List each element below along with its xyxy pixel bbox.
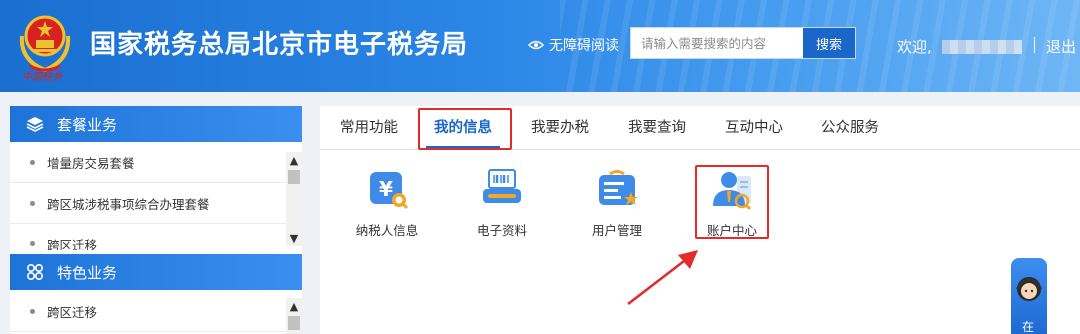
sidebar-section-title: 特色业务 bbox=[57, 263, 118, 282]
logout-link[interactable]: 退出 bbox=[1046, 36, 1076, 57]
scroll-up-icon[interactable]: ▲ bbox=[286, 152, 302, 168]
annotation-arrow bbox=[627, 250, 698, 305]
package-list: 增量房交易套餐 跨区城涉税事项综合办理套餐 跨区迁移 bbox=[10, 142, 286, 250]
svg-text:¥: ¥ bbox=[379, 177, 393, 201]
package-list-scrollbar[interactable]: ▲ ▼ bbox=[286, 152, 302, 246]
highlight-box-tab bbox=[418, 108, 512, 150]
welcome-text: 欢迎, bbox=[897, 38, 932, 56]
list-item[interactable]: 增量房交易套餐 bbox=[10, 142, 286, 183]
function-electronic-records[interactable]: 电子资料 bbox=[457, 168, 547, 239]
scroll-thumb[interactable] bbox=[288, 316, 300, 330]
list-item[interactable]: 跨区迁移 bbox=[10, 224, 286, 250]
left-sidebar: 套餐业务 增量房交易套餐 跨区城涉税事项综合办理套餐 跨区迁移 ▲ ▼ 特色业务… bbox=[10, 106, 302, 334]
search-input[interactable] bbox=[631, 28, 804, 58]
accessibility-label: 无障碍阅读 bbox=[549, 38, 619, 54]
function-label: 电子资料 bbox=[476, 223, 527, 238]
list-item[interactable]: 跨区迁移 bbox=[10, 291, 286, 332]
function-label: 用户管理 bbox=[591, 223, 642, 238]
eye-icon bbox=[528, 40, 544, 50]
accessibility-toggle[interactable]: 无障碍阅读 bbox=[528, 35, 619, 55]
tab-common-functions[interactable]: 常用功能 bbox=[334, 106, 404, 150]
taxpayer-info-icon: ¥ bbox=[370, 172, 409, 210]
scroll-down-icon[interactable]: ▼ bbox=[286, 230, 302, 246]
customer-service-avatar-icon bbox=[1015, 277, 1043, 301]
header-divider bbox=[1034, 37, 1035, 53]
scroll-up-icon[interactable]: ▲ bbox=[286, 298, 302, 314]
tab-query[interactable]: 我要查询 bbox=[622, 106, 692, 150]
scroll-thumb[interactable] bbox=[288, 170, 300, 184]
search-box: 搜索 bbox=[630, 27, 856, 59]
function-taxpayer-info[interactable]: ¥ 纳税人信息 bbox=[342, 168, 432, 239]
sidebar-section-packages[interactable]: 套餐业务 bbox=[10, 106, 302, 142]
search-button[interactable]: 搜索 bbox=[803, 28, 855, 58]
function-label: 纳税人信息 bbox=[355, 223, 419, 238]
user-management-icon bbox=[599, 170, 638, 205]
site-title: 国家税务总局北京市电子税务局 bbox=[90, 30, 469, 60]
electronic-records-icon bbox=[483, 169, 521, 203]
function-user-management[interactable]: 用户管理 bbox=[572, 168, 662, 239]
feature-list-scrollbar[interactable]: ▲ bbox=[286, 298, 302, 334]
tab-tax-filing[interactable]: 我要办税 bbox=[525, 106, 595, 150]
emblem-caption: 中国税务 bbox=[22, 72, 62, 83]
grid-icon bbox=[26, 263, 44, 281]
tab-public-services[interactable]: 公众服务 bbox=[815, 106, 885, 150]
sidebar-section-features[interactable]: 特色业务 bbox=[10, 254, 302, 290]
online-service-label: 在 bbox=[1022, 320, 1035, 334]
sidebar-section-title: 套餐业务 bbox=[57, 115, 118, 134]
feature-list: 跨区迁移 bbox=[10, 291, 286, 332]
tab-interaction-center[interactable]: 互动中心 bbox=[719, 106, 789, 150]
highlight-box-account-center bbox=[695, 165, 769, 239]
list-item[interactable]: 跨区城涉税事项综合办理套餐 bbox=[10, 183, 286, 224]
masked-username bbox=[942, 40, 1022, 54]
layers-icon bbox=[26, 117, 44, 132]
